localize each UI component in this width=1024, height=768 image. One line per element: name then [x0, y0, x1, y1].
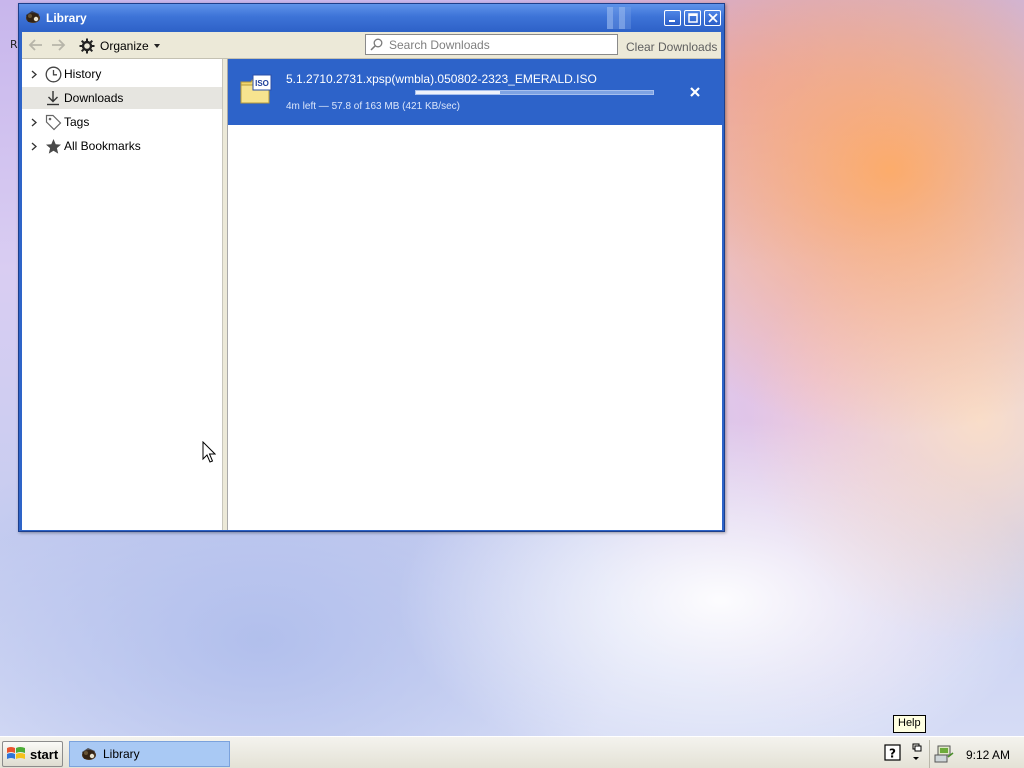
expand-arrow-icon[interactable] [27, 118, 41, 127]
windows-logo-icon [7, 747, 25, 759]
search-icon [370, 38, 383, 51]
library-window: Library Organize Cle [18, 3, 725, 532]
sidebar-item-label: Tags [64, 115, 90, 129]
tag-icon [44, 113, 62, 131]
library-sidebar: History Downloads Tags All Bookmarks [22, 59, 223, 530]
search-input[interactable] [387, 36, 607, 53]
taskbar: start Library ? 9:12 AM [0, 736, 1024, 768]
iso-file-icon: ISO [240, 74, 272, 104]
minimize-icon [668, 20, 675, 22]
download-status: 4m left — 57.8 of 163 MB (421 KB/sec) [286, 101, 460, 112]
expand-arrow-icon[interactable] [27, 70, 41, 79]
taskbar-item-label: Library [103, 747, 140, 761]
iso-icon-label: ISO [255, 79, 269, 88]
network-icon[interactable] [934, 745, 954, 763]
search-box[interactable] [365, 34, 618, 55]
start-label: start [30, 746, 59, 762]
sidebar-item-all-bookmarks[interactable]: All Bookmarks [22, 135, 222, 157]
sidebar-item-label: History [64, 67, 102, 81]
taskbar-library-button[interactable]: Library [69, 741, 230, 767]
clock[interactable]: 9:12 AM [966, 748, 1010, 762]
clock-icon [44, 65, 62, 83]
forward-button[interactable] [48, 36, 68, 54]
download-icon [44, 89, 62, 107]
download-progress-fill [416, 91, 501, 94]
tray-expand-icon[interactable] [910, 743, 922, 763]
library-app-icon [82, 748, 96, 760]
sidebar-item-label: Downloads [64, 91, 124, 105]
gear-icon [79, 38, 95, 53]
window-title: Library [46, 11, 87, 25]
dropdown-arrow-icon [153, 43, 160, 48]
close-icon [707, 13, 718, 23]
sidebar-item-tags[interactable]: Tags [22, 111, 222, 133]
library-app-icon [26, 11, 40, 23]
library-toolbar: Organize Clear Downloads [22, 32, 721, 59]
title-decoration [607, 7, 631, 29]
download-progress-bar [415, 90, 654, 95]
start-button[interactable]: start [2, 741, 63, 767]
close-button[interactable] [704, 10, 721, 26]
minimize-button[interactable] [664, 10, 681, 26]
maximize-button[interactable] [684, 10, 701, 26]
organize-label: Organize [100, 38, 149, 53]
system-tray: 9:12 AM [929, 740, 1022, 768]
sidebar-item-history[interactable]: History [22, 63, 222, 85]
sidebar-item-label: All Bookmarks [64, 139, 141, 153]
star-icon [44, 137, 62, 155]
desktop-text-fragment: R [10, 38, 18, 51]
expand-arrow-icon[interactable] [27, 142, 41, 151]
back-arrow-icon [28, 39, 42, 51]
svg-text:?: ? [889, 747, 896, 761]
download-item[interactable]: ISO 5.1.2710.2731.xpsp(wmbla).050802-232… [228, 59, 723, 125]
mouse-cursor-icon [202, 441, 216, 463]
sidebar-item-downloads[interactable]: Downloads [22, 87, 222, 109]
help-icon[interactable]: ? [884, 744, 902, 762]
organize-button[interactable]: Organize [74, 35, 160, 56]
back-button[interactable] [26, 36, 46, 54]
download-filename: 5.1.2710.2731.xpsp(wmbla).050802-2323_EM… [286, 72, 597, 86]
clear-downloads-button[interactable]: Clear Downloads [626, 40, 717, 54]
title-bar[interactable]: Library [19, 4, 724, 31]
downloads-list: ISO 5.1.2710.2731.xpsp(wmbla).050802-232… [227, 59, 723, 530]
forward-arrow-icon [52, 39, 66, 51]
help-tooltip: Help [893, 715, 926, 733]
cancel-download-icon[interactable] [688, 85, 702, 99]
maximize-icon [687, 13, 698, 23]
